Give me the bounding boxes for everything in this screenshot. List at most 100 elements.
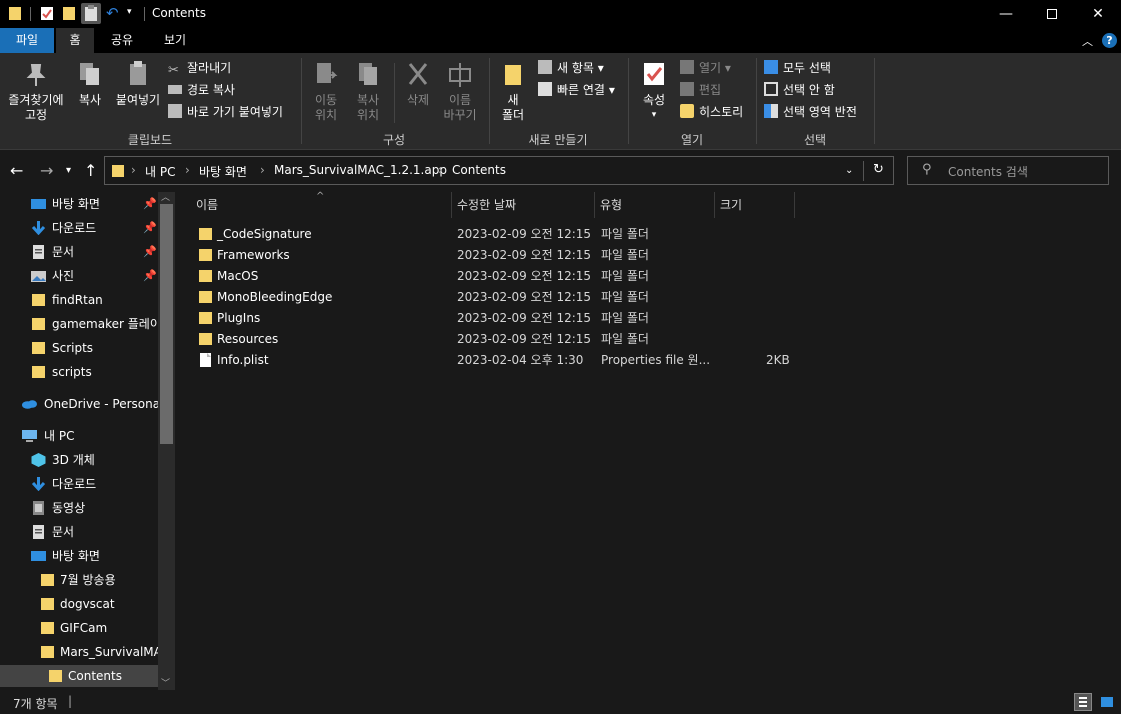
- scroll-down-icon[interactable]: ﹀: [161, 676, 170, 689]
- clipboard-group-label: 클립보드: [127, 133, 173, 147]
- undo-icon[interactable]: ↶: [106, 4, 119, 22]
- file-row[interactable]: PlugIns 2023-02-09 오전 12:15 파일 폴더: [190, 308, 790, 329]
- nav-item-documents-pinned[interactable]: 문서 📌: [0, 241, 158, 263]
- nav-item-label: Contents: [68, 669, 122, 683]
- nav-item-findrtan[interactable]: findRtan: [0, 289, 158, 311]
- file-row[interactable]: Info.plist 2023-02-04 오후 1:30 Properties…: [190, 350, 790, 371]
- nav-item-label: 사진: [52, 269, 75, 283]
- nav-item-downloads-pinned[interactable]: 다운로드 📌: [0, 217, 158, 239]
- column-header-type[interactable]: 유형: [594, 192, 715, 218]
- rename-button[interactable]: 이름 바꾸기: [440, 59, 480, 123]
- paste-button[interactable]: 붙여넣기: [112, 59, 164, 108]
- help-icon[interactable]: ?: [1102, 33, 1117, 48]
- nav-item-desktop-pinned[interactable]: 바탕 화면 📌: [0, 193, 158, 215]
- pin-icon: [26, 64, 46, 86]
- customize-toolbar-icon[interactable]: ▾: [127, 7, 132, 17]
- nav-item-this-pc[interactable]: 내 PC: [0, 425, 158, 447]
- up-button[interactable]: ↑: [84, 161, 97, 180]
- forward-button[interactable]: →: [40, 161, 53, 180]
- file-list: ^ 이름 수정한 날짜 유형 크기 _CodeSignature 2023-02…: [176, 191, 1121, 690]
- nav-scrollbar[interactable]: ︿ ﹀: [158, 192, 175, 690]
- nav-item-documents[interactable]: 문서: [0, 521, 158, 543]
- scroll-up-icon[interactable]: ︿: [161, 192, 170, 203]
- file-type: 파일 폴더: [601, 269, 649, 283]
- invert-selection-button[interactable]: 선택 영역 반전: [764, 102, 857, 122]
- tab-home[interactable]: 홈: [56, 28, 94, 53]
- breadcrumb-this-pc[interactable]: 내 PC: [145, 163, 175, 180]
- easy-access-button[interactable]: 빠른 연결 ▾: [538, 80, 615, 100]
- recent-locations-button[interactable]: ▾: [66, 165, 71, 176]
- paste-shortcut-button[interactable]: 바로 가기 붙여넣기: [168, 102, 283, 122]
- copy-path-button[interactable]: 경로 복사: [168, 80, 235, 100]
- file-row[interactable]: Frameworks 2023-02-09 오전 12:15 파일 폴더: [190, 245, 790, 266]
- nav-item-label: gamemaker 플레이: [52, 317, 158, 331]
- close-button[interactable]: ✕: [1075, 0, 1121, 28]
- pin-to-quick-access-button[interactable]: 즐겨찾기에 고정: [4, 59, 68, 123]
- address-history-dropdown[interactable]: ⌄: [845, 165, 853, 176]
- nav-item-videos[interactable]: 동영상: [0, 497, 158, 519]
- select-none-button[interactable]: 선택 안 함: [764, 80, 835, 100]
- nav-item-7월-방송용[interactable]: 7월 방송용: [0, 569, 158, 591]
- nav-item-mars-survivalmac[interactable]: Mars_SurvivalMAC: [0, 641, 158, 663]
- search-input[interactable]: ⚲ Contents 검색: [907, 156, 1109, 185]
- edit-button[interactable]: 편집: [680, 80, 721, 100]
- nav-item-downloads[interactable]: 다운로드: [0, 473, 158, 495]
- folder-icon: [199, 291, 212, 303]
- column-header-name[interactable]: 이름: [190, 192, 452, 218]
- delete-button[interactable]: 삭제: [400, 59, 436, 108]
- new-item-button[interactable]: 새 항목 ▾: [538, 58, 604, 78]
- nav-item-dogvscat[interactable]: dogvscat: [0, 593, 158, 615]
- history-button[interactable]: 히스토리: [680, 102, 743, 122]
- cut-button[interactable]: ✂ 잘라내기: [168, 58, 231, 78]
- file-row[interactable]: MonoBleedingEdge 2023-02-09 오전 12:15 파일 …: [190, 287, 790, 308]
- scissors-icon: ✂: [168, 63, 179, 78]
- column-header-modified[interactable]: 수정한 날짜: [451, 192, 595, 218]
- nav-item-gifcam[interactable]: GIFCam: [0, 617, 158, 639]
- minimize-button[interactable]: —: [983, 0, 1029, 28]
- file-type: 파일 폴더: [601, 311, 649, 325]
- pin-icon: 📌: [143, 221, 157, 234]
- copy-button[interactable]: 복사: [72, 59, 108, 108]
- nav-item-contents[interactable]: Contents: [0, 665, 158, 687]
- nav-item-onedrive[interactable]: OneDrive - Personal: [0, 393, 158, 415]
- new-folder-button[interactable]: 새 폴더: [494, 59, 532, 123]
- dropdown-arrow-icon: ▾: [651, 110, 657, 120]
- collapse-ribbon-icon[interactable]: ︿: [1082, 33, 1093, 49]
- file-row[interactable]: Resources 2023-02-09 오전 12:15 파일 폴더: [190, 329, 790, 350]
- move-to-button[interactable]: 이동 위치: [306, 59, 346, 123]
- maximize-button[interactable]: [1029, 0, 1075, 28]
- tab-file[interactable]: 파일: [0, 28, 54, 53]
- file-row[interactable]: MacOS 2023-02-09 오전 12:15 파일 폴더: [190, 266, 790, 287]
- large-icons-view-button[interactable]: [1098, 693, 1116, 711]
- new-folder-quick-icon[interactable]: [62, 5, 76, 22]
- title-bar: ↶ ▾ Contents — ✕: [0, 0, 1121, 28]
- details-view-button[interactable]: [1074, 693, 1092, 711]
- new-group-label: 새로 만들기: [528, 133, 588, 147]
- nav-item-scripts-upper[interactable]: Scripts: [0, 337, 158, 359]
- breadcrumb-current[interactable]: Contents: [452, 163, 506, 177]
- nav-item-desktop[interactable]: 바탕 화면: [0, 545, 158, 567]
- nav-item-gamemaker[interactable]: gamemaker 플레이: [0, 313, 158, 335]
- tab-share[interactable]: 공유: [100, 28, 144, 53]
- copy-to-button[interactable]: 복사 위치: [348, 59, 388, 123]
- open-button[interactable]: 열기 ▾: [680, 58, 731, 78]
- refresh-icon[interactable]: ↻: [873, 162, 884, 177]
- tab-view[interactable]: 보기: [152, 28, 198, 53]
- nav-item-label: 3D 개체: [52, 453, 95, 467]
- clipboard-icon: [85, 5, 97, 21]
- column-header-size[interactable]: 크기: [714, 192, 795, 218]
- breadcrumb-desktop[interactable]: 바탕 화면: [199, 163, 247, 180]
- breadcrumb-app-folder[interactable]: Mars_SurvivalMAC_1.2.1.app: [274, 163, 447, 177]
- nav-item-scripts-lower[interactable]: scripts: [0, 361, 158, 383]
- address-bar[interactable]: › 내 PC › 바탕 화면 › Mars_SurvivalMAC_1.2.1.…: [104, 156, 894, 185]
- file-row[interactable]: _CodeSignature 2023-02-09 오전 12:15 파일 폴더: [190, 224, 790, 245]
- select-all-button[interactable]: 모두 선택: [764, 58, 831, 78]
- properties-button[interactable]: 속성 ▾: [636, 59, 672, 123]
- back-button[interactable]: ←: [10, 161, 23, 180]
- clipboard-quick-button[interactable]: [81, 3, 101, 24]
- properties-quick-icon[interactable]: [40, 5, 54, 22]
- nav-item-3d-objects[interactable]: 3D 개체: [0, 449, 158, 471]
- copy-to-icon: [359, 63, 377, 85]
- nav-item-pictures-pinned[interactable]: 사진 📌: [0, 265, 158, 287]
- nav-scrollbar-thumb[interactable]: [160, 204, 173, 444]
